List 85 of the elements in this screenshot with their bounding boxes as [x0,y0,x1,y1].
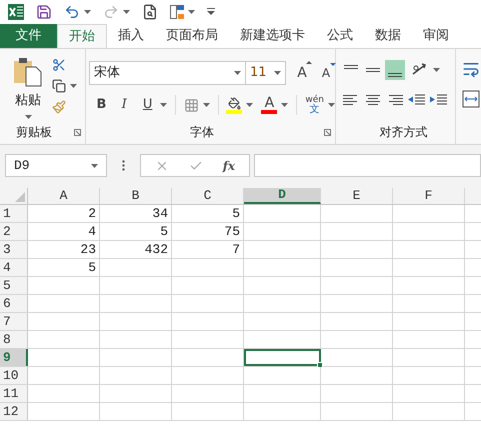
caret-icon[interactable] [123,10,130,14]
group-label: 剪贴板 [16,124,52,141]
cell[interactable]: 2 [28,205,100,222]
caret-icon[interactable] [91,164,98,168]
merge-center-icon[interactable] [462,90,480,108]
active-cell[interactable] [244,349,321,366]
clipboard-icon [13,57,43,87]
underline-button[interactable]: U [140,95,156,115]
caret-icon[interactable] [246,103,254,107]
caret-icon[interactable] [70,84,77,88]
column-header[interactable]: D [244,188,321,204]
fill-color-button[interactable] [226,96,242,114]
file-tab[interactable]: 文件 [0,24,57,48]
cell[interactable]: 5 [100,223,172,240]
column-header[interactable]: A [28,188,100,204]
caret-icon[interactable] [274,71,281,75]
ribbon-tab[interactable]: 页面布局 [155,24,229,48]
ribbon-tab[interactable]: 数据 [364,24,412,48]
cell[interactable]: 23 [28,241,100,258]
font-size-field[interactable]: 11 [246,61,286,85]
layout-icon[interactable] [170,5,184,19]
caret-icon[interactable] [328,103,335,107]
name-box[interactable]: D9 [5,154,107,177]
row-header[interactable]: 6 [0,295,28,312]
row-header[interactable]: 12 [0,403,28,420]
spreadsheet-logo-icon [8,4,24,20]
caret-icon[interactable] [202,103,210,107]
dialog-launcher-icon[interactable] [74,128,81,136]
column-header[interactable]: F [393,188,465,204]
bold-button[interactable]: B [94,95,109,115]
row-header[interactable]: 9 [0,349,28,366]
group-label: 对齐方式 [380,124,428,141]
group-label: 字体 [190,124,214,141]
save-icon[interactable] [36,4,52,20]
ribbon-tab[interactable]: 新建选项卡 [229,24,316,48]
copy-icon[interactable] [52,79,66,93]
ribbon-tab[interactable]: 插入 [107,24,155,48]
shrink-font-button[interactable]: A [318,64,334,82]
caret-icon[interactable] [188,10,195,14]
row-header[interactable]: 11 [0,385,28,402]
font-color-button[interactable]: A [261,96,278,114]
row-header[interactable]: 1 [0,205,28,222]
caret-icon[interactable] [160,103,167,107]
ribbon-tab[interactable]: 开始 [57,24,107,48]
cell[interactable]: 34 [100,205,172,222]
grow-font-button[interactable]: A [294,62,310,84]
row-header[interactable]: 8 [0,331,28,348]
row-header[interactable]: 2 [0,223,28,240]
cut-icon[interactable] [52,58,66,72]
borders-icon[interactable] [184,98,199,112]
row-header[interactable]: 7 [0,313,28,330]
wrap-text-icon[interactable] [462,60,480,78]
paste-button[interactable]: 粘贴 [12,57,44,120]
customize-toolbar-icon[interactable] [207,8,215,16]
undo-icon[interactable] [64,4,80,20]
caret-icon[interactable] [24,114,32,118]
formula-field[interactable] [254,154,481,177]
cell[interactable]: 5 [172,205,244,222]
cell[interactable]: 4 [28,223,100,240]
caret-icon[interactable] [234,71,241,75]
row-header[interactable]: 4 [0,259,28,276]
bottom-align-icon[interactable] [385,60,405,80]
caret-icon[interactable] [433,68,440,72]
more-icon[interactable] [122,160,125,171]
cell[interactable]: 75 [172,223,244,240]
caret-icon[interactable] [84,10,91,14]
cell[interactable]: 7 [172,241,244,258]
cell[interactable]: 432 [100,241,172,258]
ribbon-tab[interactable]: 公式 [316,24,364,48]
cell[interactable]: 5 [28,259,100,276]
row-header[interactable]: 3 [0,241,28,258]
phonetic-button[interactable]: wén 文 [305,95,324,115]
dialog-launcher-icon[interactable] [324,128,331,136]
format-painter-icon[interactable] [52,100,66,114]
font-name-field[interactable]: 宋体 [89,61,246,85]
ribbon-tab[interactable]: 审阅 [412,24,460,48]
row-header[interactable]: 5 [0,277,28,294]
italic-button[interactable]: I [116,95,132,115]
caret-icon[interactable] [281,103,288,107]
print-preview-icon[interactable] [142,4,158,20]
fill-handle[interactable] [317,362,323,368]
column-header[interactable]: E [321,188,393,204]
insert-function-button[interactable]: fx [222,156,236,174]
column-header[interactable]: B [100,188,172,204]
row-header[interactable]: 10 [0,367,28,384]
